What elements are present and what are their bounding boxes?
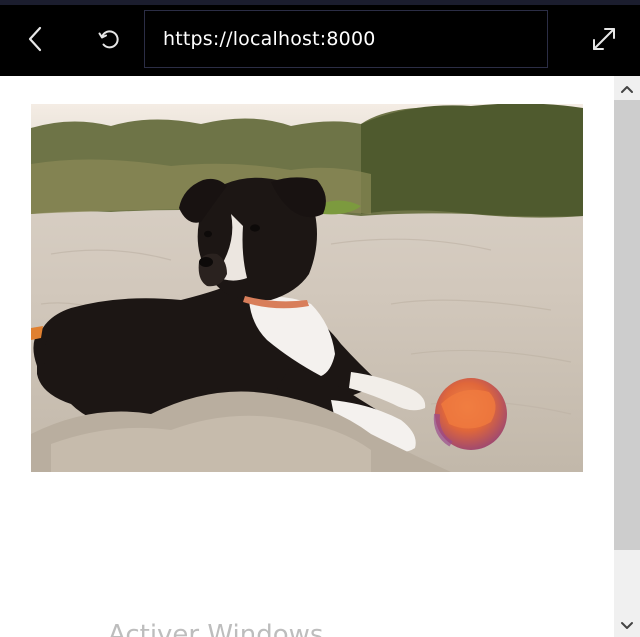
refresh-button[interactable]: [85, 14, 133, 64]
activate-windows-watermark: Activer Windows: [108, 620, 324, 637]
scroll-down-button[interactable]: [614, 613, 640, 637]
vertical-scrollbar[interactable]: [614, 76, 640, 637]
chevron-down-icon: [620, 616, 634, 635]
scroll-thumb[interactable]: [614, 100, 640, 550]
scroll-up-button[interactable]: [614, 76, 640, 100]
toolbar-top-border: [0, 0, 640, 5]
back-button[interactable]: [12, 14, 60, 64]
chevron-up-icon: [620, 79, 634, 98]
expand-button[interactable]: [580, 14, 628, 64]
address-bar[interactable]: https://localhost:8000: [144, 10, 548, 68]
browser-toolbar: https://localhost:8000: [0, 0, 640, 76]
page-viewport: Activer Windows: [0, 76, 614, 637]
refresh-icon: [97, 27, 121, 51]
chevron-left-icon: [26, 26, 46, 52]
address-url[interactable]: https://localhost:8000: [163, 28, 376, 50]
expand-icon: [591, 26, 617, 52]
puppy-on-beach-photo: [31, 104, 583, 472]
